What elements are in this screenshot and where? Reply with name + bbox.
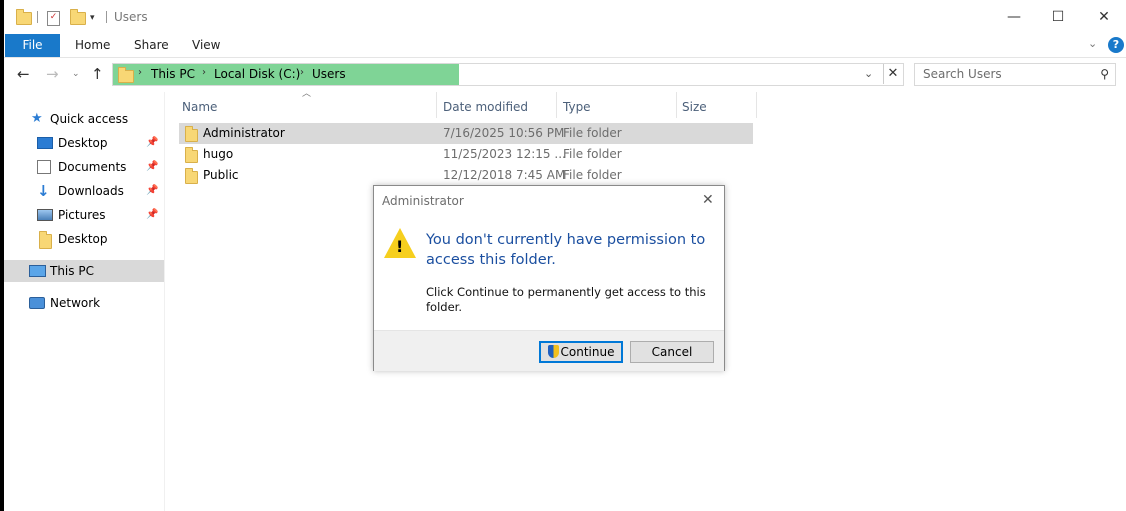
folder-icon [16,8,32,27]
downloads-icon: ↓ [37,182,50,200]
ribbon-tabs: File Home Share View ⌄ ? [4,34,1126,58]
title-bar: ✓ ▾ Users — ☐ ✕ [4,0,1126,34]
tab-file[interactable]: File [5,34,60,57]
explorer-window: ✓ ▾ Users — ☐ ✕ File Home Share View ⌄ ?… [4,0,1126,511]
tab-home[interactable]: Home [75,34,110,57]
sidebar-item-quick-access[interactable]: ★ Quick access [4,108,160,130]
dialog-title: Administrator [382,194,464,208]
breadcrumb-users[interactable]: Users [312,67,346,81]
tab-view[interactable]: View [192,34,220,57]
maximize-button[interactable]: ☐ [1048,8,1068,26]
folder-icon [185,126,198,145]
sidebar-item-downloads[interactable]: ↓ Downloads 📌 [4,180,160,202]
uac-shield-icon [547,345,559,358]
file-type: File folder [563,168,622,182]
customize-toolbar-icon[interactable]: ▾ [90,9,95,27]
star-icon: ★ [31,111,43,126]
column-header-name[interactable]: Name [182,96,217,118]
permission-dialog: Administrator ✕ ! You don't currently ha… [373,185,725,371]
dialog-close-button[interactable]: ✕ [702,192,714,208]
file-row-hugo[interactable]: hugo 11/25/2023 12:15 ... File folder [179,144,753,165]
column-header-type[interactable]: Type [563,96,591,118]
folder-icon [185,147,198,166]
search-icon: ⚲ [1100,67,1109,81]
file-row-administrator[interactable]: Administrator 7/16/2025 10:56 PM File fo… [179,123,753,144]
dialog-detail: Click Continue to permanently get access… [426,285,706,314]
desktop-icon [37,137,53,149]
navigation-pane: ★ Quick access Desktop 📌 Documents 📌 ↓ D… [4,92,165,511]
file-date: 12/12/2018 7:45 AM [443,168,566,182]
column-header-size[interactable]: Size [682,96,707,118]
breadcrumb-local-disk[interactable]: Local Disk (C:) [214,67,300,81]
folder-icon [185,168,198,187]
sidebar-item-documents[interactable]: Documents 📌 [4,156,160,178]
close-button[interactable]: ✕ [1094,8,1114,26]
file-type: File folder [563,147,622,161]
file-row-public[interactable]: Public 12/12/2018 7:45 AM File folder [179,165,753,186]
expand-ribbon-icon[interactable]: ⌄ [1088,37,1097,50]
file-name: Administrator [203,126,285,140]
properties-icon[interactable]: ✓ [47,9,60,27]
help-icon[interactable]: ? [1108,37,1124,53]
tab-share[interactable]: Share [134,34,169,57]
computer-icon [29,265,46,277]
new-folder-icon[interactable] [70,8,86,27]
network-icon [29,297,45,309]
search-input[interactable]: Search Users ⚲ [914,63,1116,86]
sidebar-item-pictures[interactable]: Pictures 📌 [4,204,160,226]
cancel-button[interactable]: Cancel [630,341,714,363]
file-name: Public [203,168,239,182]
up-arrow-icon[interactable]: ↑ [91,64,104,84]
window-title: Users [114,10,148,24]
column-header-date-modified[interactable]: Date modified [443,96,528,118]
pin-icon[interactable]: 📌 [146,180,158,202]
dialog-message: You don't currently have permission to a… [426,232,706,268]
file-date: 7/16/2025 10:56 PM [443,126,565,140]
pin-icon[interactable]: 📌 [146,156,158,178]
file-date: 11/25/2023 12:15 ... [443,147,566,161]
sidebar-item-network[interactable]: Network [4,292,160,314]
folder-icon [118,66,134,85]
pin-icon[interactable]: 📌 [146,204,158,226]
sidebar-item-this-pc[interactable]: This PC [4,260,164,282]
continue-button[interactable]: Continue [539,341,623,363]
sidebar-item-desktop[interactable]: Desktop 📌 [4,132,160,154]
recent-locations-icon[interactable]: ⌄ [72,64,80,84]
folder-icon [39,231,52,256]
forward-arrow-icon[interactable]: → [46,64,59,84]
documents-icon [37,160,51,174]
sort-ascending-icon: ︿ [302,89,312,99]
minimize-button[interactable]: — [1004,8,1024,26]
back-arrow-icon[interactable]: ← [17,64,30,84]
clear-address-icon[interactable]: ✕ [883,64,902,84]
sidebar-item-desktop-folder[interactable]: Desktop [4,228,160,250]
file-type: File folder [563,126,622,140]
dialog-footer: Continue Cancel [374,330,724,371]
address-dropdown-icon[interactable]: ⌄ [864,67,873,80]
pictures-icon [37,209,53,221]
pin-icon[interactable]: 📌 [146,132,158,154]
breadcrumb-this-pc[interactable]: This PC [151,67,195,81]
file-name: hugo [203,147,234,161]
address-bar[interactable]: › This PC › Local Disk (C:) › Users [112,63,904,86]
